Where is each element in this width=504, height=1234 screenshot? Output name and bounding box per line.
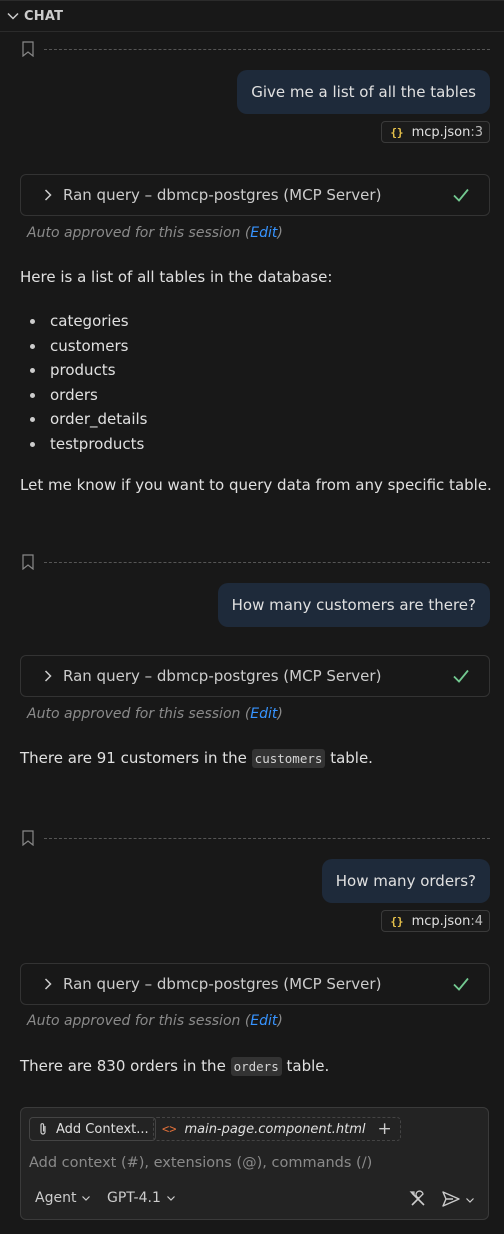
paperclip-icon: [40, 1123, 46, 1135]
approved-text: Auto approved for this session (: [27, 1013, 251, 1029]
auto-approved-note: Auto approved for this session (Edit): [27, 1013, 283, 1029]
response-text: There are 91 customers in the customers …: [20, 749, 373, 768]
response-text: There are 830 orders in the orders table…: [20, 1057, 330, 1076]
message-separator: [22, 41, 490, 57]
model-label: GPT-4.1: [107, 1190, 161, 1206]
dashed-divider: [44, 48, 490, 50]
user-message: Give me a list of all the tables: [237, 70, 490, 114]
tool-call-label: Ran query – dbmcp-postgres (MCP Server): [63, 186, 382, 204]
bookmark-icon[interactable]: [22, 830, 34, 846]
send-icon[interactable]: [441, 1190, 461, 1208]
user-message-text: How many customers are there?: [231, 596, 476, 614]
inline-code: customers: [251, 749, 326, 768]
panel-title: CHAT: [24, 8, 64, 24]
chevron-down-icon[interactable]: [465, 1195, 475, 1205]
edit-link[interactable]: Edit: [250, 225, 277, 241]
user-message: How many customers are there?: [217, 583, 490, 627]
mode-label: Agent: [35, 1190, 77, 1206]
answer-text: table.: [286, 1057, 330, 1075]
answer-text: There are 830 orders in the: [20, 1057, 226, 1075]
list-item: products: [20, 358, 147, 383]
message-separator: [22, 554, 490, 570]
approved-suffix: ): [277, 706, 283, 722]
check-icon: [453, 669, 469, 683]
json-file-icon: {}: [390, 914, 404, 928]
reference-file-name: mcp.json: [411, 124, 471, 140]
list-item: orders: [20, 383, 147, 408]
reference-file-name: mcp.json: [411, 913, 471, 929]
file-reference-chip[interactable]: {} mcp.json:4: [381, 910, 490, 932]
check-icon: [453, 188, 469, 202]
dashed-divider: [44, 837, 490, 839]
plus-icon[interactable]: +: [378, 1119, 392, 1139]
tools-icon[interactable]: [409, 1190, 427, 1208]
list-item: order_details: [20, 407, 147, 432]
user-message-text: How many orders?: [335, 872, 476, 890]
add-context-button[interactable]: Add Context...: [29, 1117, 156, 1141]
list-item: customers: [20, 334, 147, 359]
tool-call-summary[interactable]: Ran query – dbmcp-postgres (MCP Server): [20, 963, 490, 1005]
html-file-icon: <>: [162, 1122, 177, 1136]
user-message: How many orders?: [321, 859, 490, 903]
chevron-down-icon: [166, 1196, 175, 1201]
chat-panel-header[interactable]: CHAT: [0, 0, 504, 32]
attached-file-chip[interactable]: <> main-page.component.html +: [153, 1117, 401, 1141]
reference-line: :3: [470, 124, 483, 140]
auto-approved-note: Auto approved for this session (Edit): [27, 706, 283, 722]
approved-suffix: ): [277, 1013, 283, 1029]
file-reference-chip[interactable]: {} mcp.json:3: [381, 121, 490, 143]
chat-input-box[interactable]: Add Context... <> main-page.component.ht…: [20, 1107, 489, 1220]
message-separator: [22, 830, 490, 846]
list-item: categories: [20, 309, 147, 334]
add-context-label: Add Context...: [56, 1121, 149, 1137]
tool-call-summary[interactable]: Ran query – dbmcp-postgres (MCP Server): [20, 655, 490, 697]
tool-call-label: Ran query – dbmcp-postgres (MCP Server): [63, 975, 382, 993]
attached-file-name: main-page.component.html: [184, 1121, 366, 1137]
chat-input-placeholder[interactable]: Add context (#), extensions (@), command…: [29, 1155, 372, 1171]
answer-text: There are 91 customers in the: [20, 749, 247, 767]
json-file-icon: {}: [390, 125, 404, 139]
inline-code: orders: [230, 1057, 282, 1076]
check-icon: [453, 977, 469, 991]
tool-call-summary[interactable]: Ran query – dbmcp-postgres (MCP Server): [20, 174, 490, 216]
dashed-divider: [44, 561, 490, 563]
mode-dropdown[interactable]: Agent: [35, 1190, 91, 1206]
approved-text: Auto approved for this session (: [27, 706, 251, 722]
user-message-text: Give me a list of all the tables: [251, 83, 476, 101]
response-text: Here is a list of all tables in the data…: [20, 268, 333, 286]
chevron-down-icon: [82, 1196, 91, 1201]
chevron-right-icon: [44, 978, 52, 990]
answer-text: table.: [330, 749, 373, 767]
list-item: testproducts: [20, 432, 147, 457]
approved-text: Auto approved for this session (: [27, 225, 251, 241]
chevron-right-icon: [44, 189, 52, 201]
chevron-right-icon: [44, 670, 52, 682]
response-text: Let me know if you want to query data fr…: [20, 476, 492, 494]
edit-link[interactable]: Edit: [250, 1013, 277, 1029]
tables-list: categories customers products orders ord…: [20, 309, 147, 456]
bookmark-icon[interactable]: [22, 554, 34, 570]
edit-link[interactable]: Edit: [250, 706, 277, 722]
bookmark-icon[interactable]: [22, 41, 34, 57]
chevron-down-icon[interactable]: [6, 9, 20, 23]
auto-approved-note: Auto approved for this session (Edit): [27, 225, 283, 241]
reference-line: :4: [470, 913, 483, 929]
approved-suffix: ): [277, 225, 283, 241]
tool-call-label: Ran query – dbmcp-postgres (MCP Server): [63, 667, 382, 685]
model-dropdown[interactable]: GPT-4.1: [107, 1190, 176, 1206]
